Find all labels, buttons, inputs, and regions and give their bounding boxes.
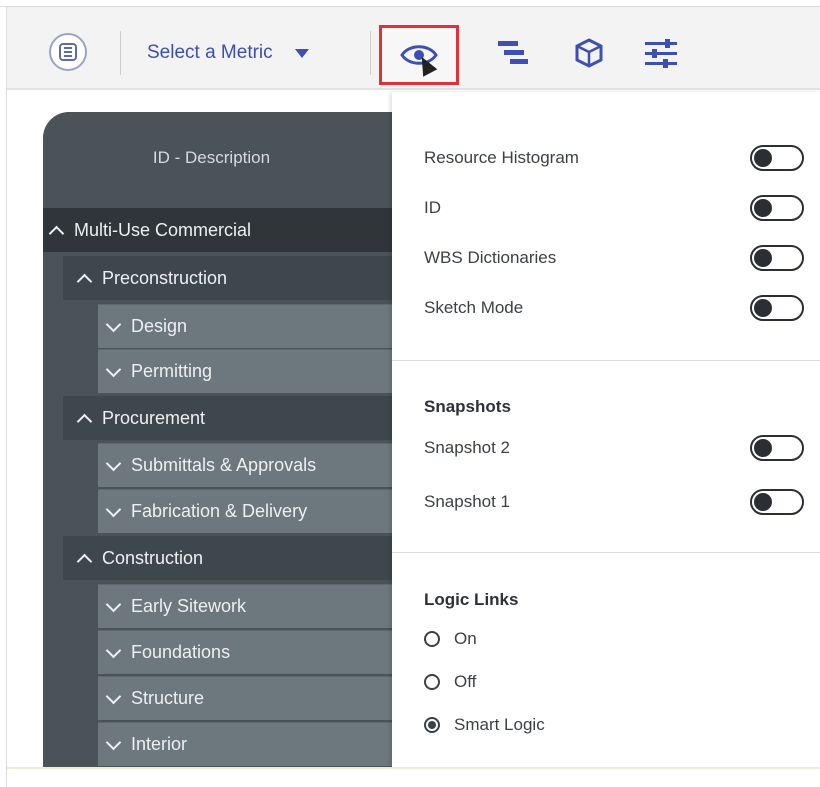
chevron-down-icon[interactable] xyxy=(105,642,122,659)
chevron-down-icon[interactable] xyxy=(105,596,122,613)
radio-button[interactable] xyxy=(424,631,440,647)
wbs-tree-panel: ID - Description Multi-Use Commercial Pr… xyxy=(43,112,392,767)
view-options-panel: Resource Histogram ID WBS Dictionaries S… xyxy=(392,92,820,767)
toggle-knob xyxy=(754,249,772,267)
tree-row-label: Foundations xyxy=(131,642,231,662)
app-logo-icon[interactable] xyxy=(49,33,87,71)
toggle-knob xyxy=(754,493,772,511)
radio-label: Off xyxy=(454,672,477,691)
chevron-down-icon[interactable] xyxy=(105,501,122,518)
tree-row-label: Procurement xyxy=(102,407,206,428)
sketch-mode-toggle[interactable] xyxy=(750,295,804,321)
id-toggle[interactable] xyxy=(750,195,804,221)
toggle-knob xyxy=(754,299,772,317)
tree-row-label: Construction xyxy=(102,547,204,568)
tree-row-submittals-approvals[interactable]: Submittals & Approvals xyxy=(98,443,392,487)
tree-row-label: Preconstruction xyxy=(102,267,228,288)
toggle-knob xyxy=(754,149,772,167)
frame-left-border xyxy=(6,6,7,787)
tree-row-design[interactable]: Design xyxy=(98,304,392,348)
toggle-label: Sketch Mode xyxy=(424,298,524,317)
chevron-down-icon[interactable] xyxy=(105,316,122,333)
tree-row-procurement[interactable]: Procurement xyxy=(63,396,392,440)
toolbar: Select a Metric xyxy=(7,7,820,90)
toggle-label: Resource Histogram xyxy=(424,148,579,167)
tree-row-permitting[interactable]: Permitting xyxy=(98,349,392,393)
select-metric-dropdown[interactable]: Select a Metric xyxy=(147,35,309,71)
snapshots-section-title: Snapshots xyxy=(424,397,511,416)
chevron-down-icon[interactable] xyxy=(105,688,122,705)
tree-row-construction[interactable]: Construction xyxy=(63,536,392,580)
snapshot-2-toggle[interactable] xyxy=(750,435,804,461)
radio-button[interactable] xyxy=(424,674,440,690)
radio-label: On xyxy=(454,629,477,648)
chevron-up-icon[interactable] xyxy=(48,225,65,241)
tree-row-preconstruction[interactable]: Preconstruction xyxy=(63,256,392,300)
toggle-row-snapshot-1: Snapshot 1 xyxy=(424,487,804,517)
tree-row-label: Interior xyxy=(131,734,188,754)
tree-row-label: Fabrication & Delivery xyxy=(131,501,308,521)
toggle-knob xyxy=(754,199,772,217)
chevron-up-icon[interactable] xyxy=(76,553,93,569)
toggle-row-resource-histogram: Resource Histogram xyxy=(424,143,804,173)
radio-button-selected[interactable] xyxy=(424,717,440,733)
caret-down-icon xyxy=(294,48,309,58)
chevron-down-icon[interactable] xyxy=(105,361,122,378)
tree-row-foundations[interactable]: Foundations xyxy=(98,630,392,674)
sliders-icon xyxy=(645,39,677,68)
wbs-dictionaries-toggle[interactable] xyxy=(750,245,804,271)
logic-links-option-off[interactable]: Off xyxy=(424,668,476,696)
tree-row-fabrication-delivery[interactable]: Fabrication & Delivery xyxy=(98,489,392,533)
tree-row-structure[interactable]: Structure xyxy=(98,676,392,720)
tree-row-label: Multi-Use Commercial xyxy=(74,219,252,240)
select-metric-label: Select a Metric xyxy=(147,42,273,63)
logic-links-option-on[interactable]: On xyxy=(424,625,477,653)
tree-row-multi-use-commercial[interactable]: Multi-Use Commercial xyxy=(43,208,392,252)
section-divider xyxy=(392,552,820,553)
toolbar-separator xyxy=(120,31,121,75)
tree-row-label: Permitting xyxy=(131,361,213,381)
filter-settings-button[interactable] xyxy=(639,31,683,75)
cube-icon xyxy=(575,38,603,68)
logic-links-section-title: Logic Links xyxy=(424,590,519,609)
tree-row-interior[interactable]: Interior xyxy=(98,722,392,766)
radio-label: Smart Logic xyxy=(454,715,545,734)
toggle-label: Snapshot 2 xyxy=(424,438,511,457)
toggle-row-wbs-dictionaries: WBS Dictionaries xyxy=(424,243,804,273)
chevron-down-icon[interactable] xyxy=(105,455,122,472)
toggle-label: WBS Dictionaries xyxy=(424,248,557,267)
tree-row-label: Design xyxy=(131,316,188,336)
toolbar-separator xyxy=(370,31,371,75)
tree-row-label: Early Sitework xyxy=(131,596,247,616)
gantt-view-button[interactable] xyxy=(491,31,535,75)
3d-view-button[interactable] xyxy=(567,31,611,75)
tree-row-label: Submittals & Approvals xyxy=(131,455,317,475)
section-divider xyxy=(392,360,820,361)
logic-links-option-smart-logic[interactable]: Smart Logic xyxy=(424,711,545,739)
view-options-button[interactable] xyxy=(379,25,459,85)
snapshot-1-toggle[interactable] xyxy=(750,489,804,515)
tree-row-label: Structure xyxy=(131,688,205,708)
toggle-label: Snapshot 1 xyxy=(424,492,511,511)
tree-row-early-sitework[interactable]: Early Sitework xyxy=(98,584,392,628)
toggle-row-sketch-mode: Sketch Mode xyxy=(424,293,804,323)
chevron-up-icon[interactable] xyxy=(76,273,93,289)
toggle-label: ID xyxy=(424,198,441,217)
gantt-bars-icon xyxy=(498,41,528,64)
toggle-row-snapshot-2: Snapshot 2 xyxy=(424,433,804,463)
resource-histogram-toggle[interactable] xyxy=(750,145,804,171)
tree-column-header: ID - Description xyxy=(152,148,271,167)
chevron-up-icon[interactable] xyxy=(76,413,93,429)
bottom-border xyxy=(7,767,820,769)
toggle-knob xyxy=(754,439,772,457)
toggle-row-id: ID xyxy=(424,193,804,223)
chevron-down-icon[interactable] xyxy=(105,734,122,751)
